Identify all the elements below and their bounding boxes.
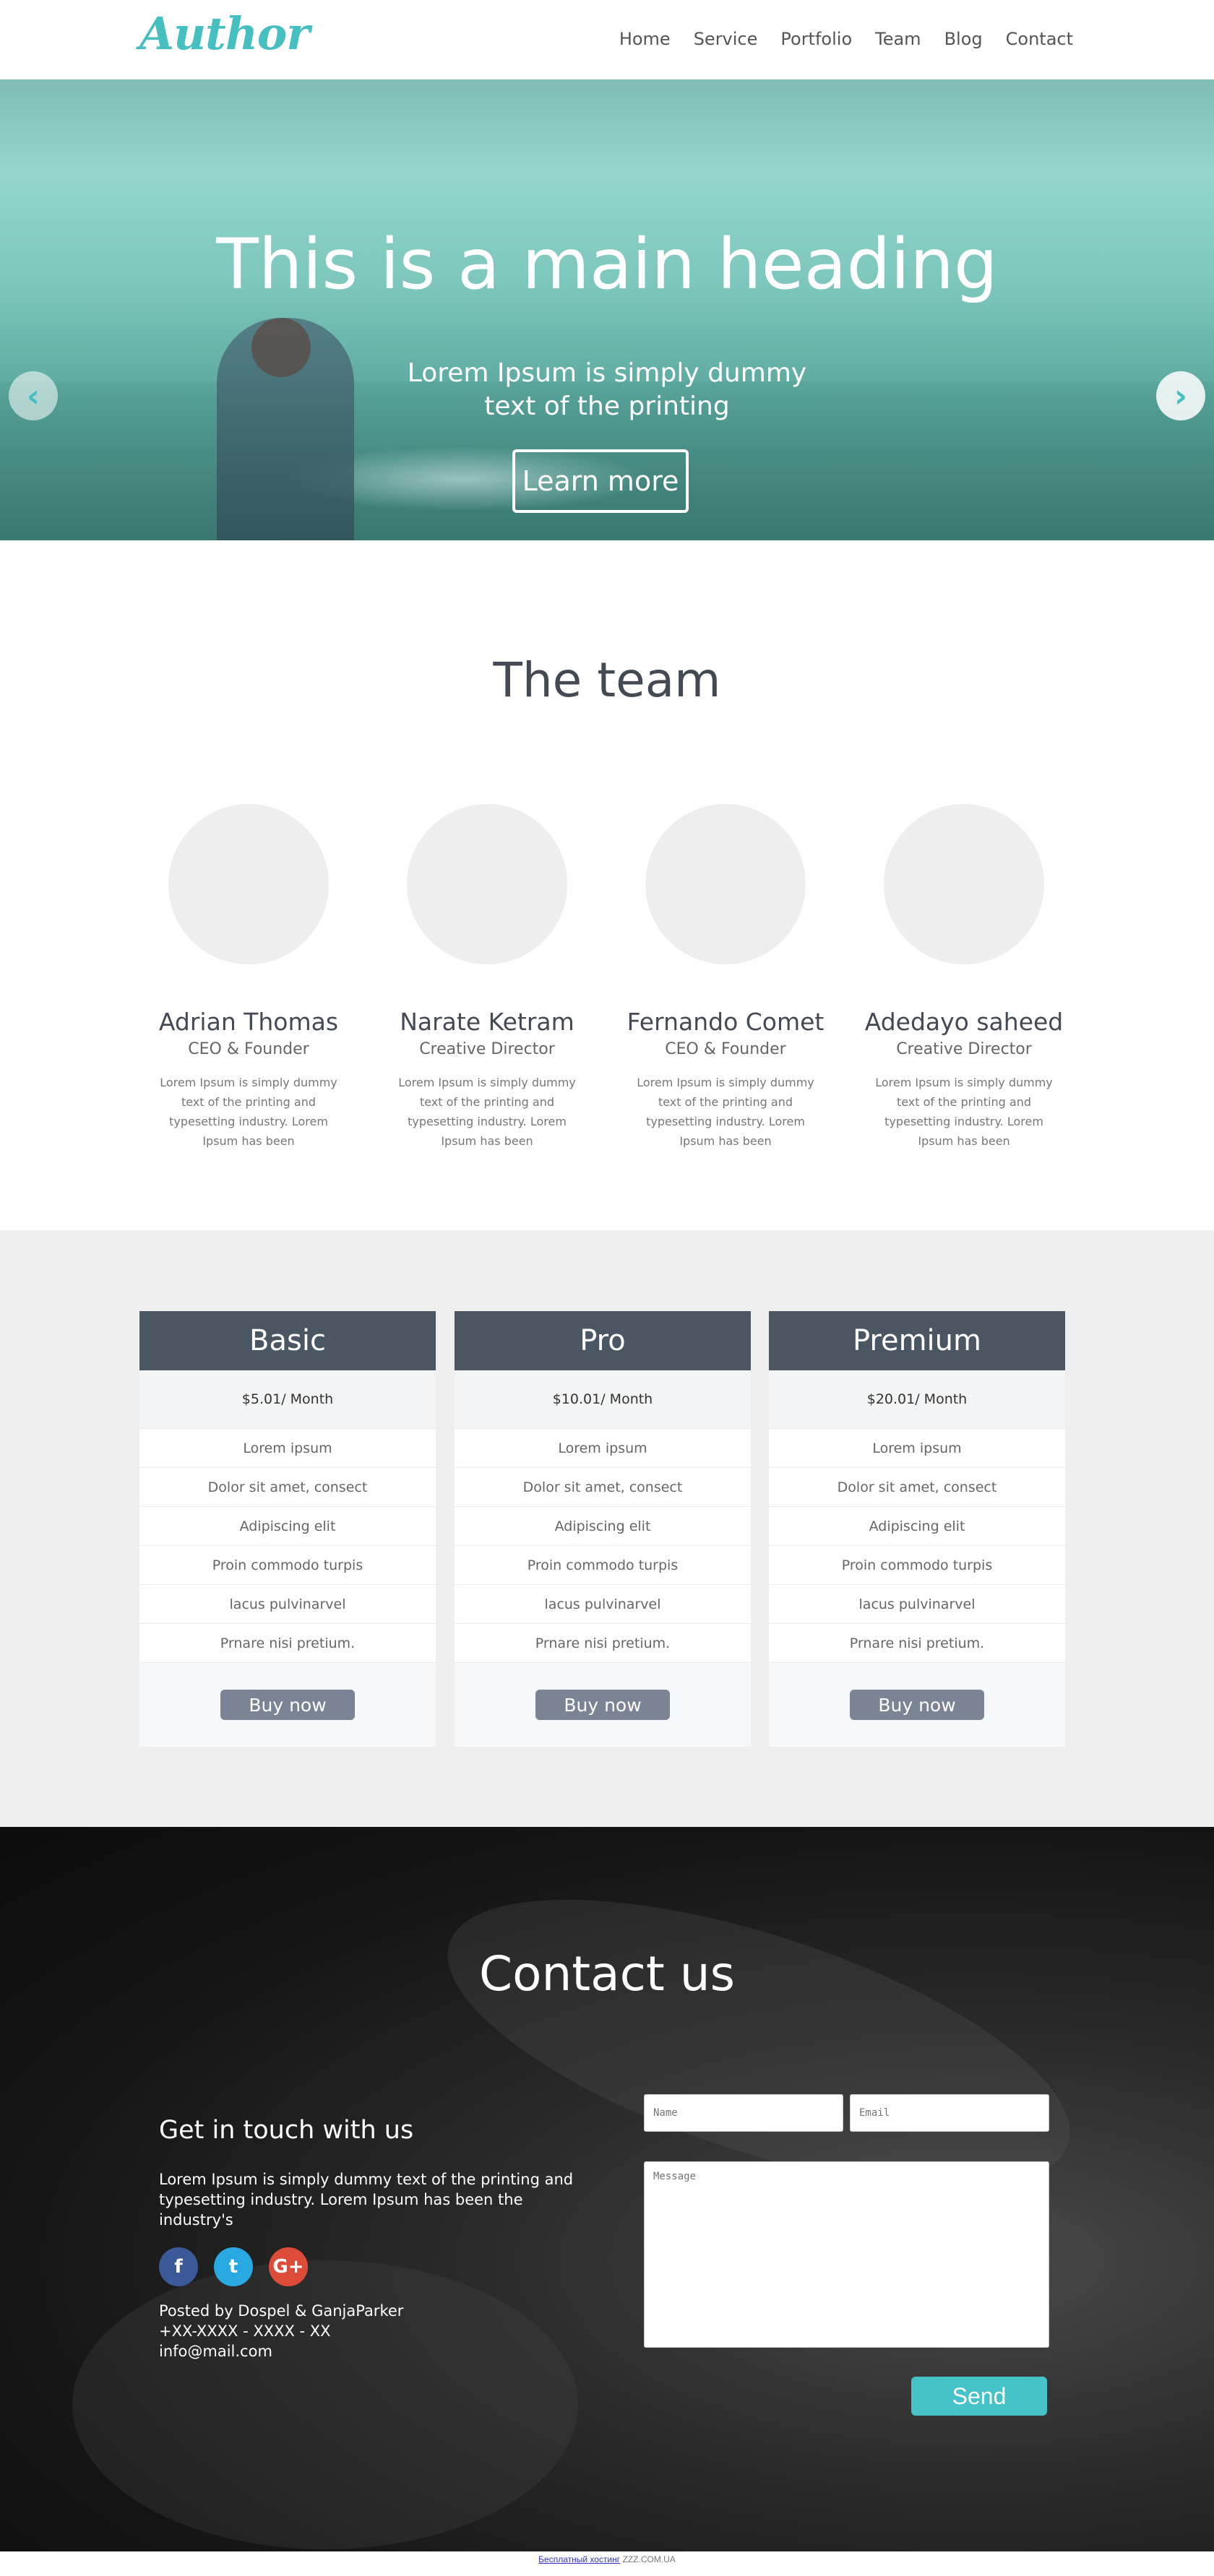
hero-heading: This is a main heading <box>216 224 998 305</box>
plan-feature: Prnare nisi pretium. <box>139 1623 436 1662</box>
nav-service[interactable]: Service <box>694 29 758 49</box>
plan-title: Pro <box>455 1311 751 1370</box>
plan-footer: Buy now <box>139 1662 436 1747</box>
buy-now-button[interactable]: Buy now <box>850 1690 984 1720</box>
member-name: Narate Ketram <box>400 1008 574 1036</box>
member-description: Lorem Ipsum is simply dummy text of the … <box>875 1076 1053 1148</box>
plan-feature: Lorem ipsum <box>139 1428 436 1467</box>
plan-price: $20.01/ Month <box>769 1370 1065 1428</box>
plan-title: Basic <box>139 1311 436 1370</box>
logo[interactable]: Author <box>139 7 310 60</box>
member-description: Lorem Ipsum is simply dummy text of the … <box>398 1076 576 1148</box>
member-name: Adrian Thomas <box>158 1008 339 1036</box>
nav-portfolio[interactable]: Portfolio <box>780 29 852 49</box>
plan-feature: Proin commodo turpis <box>769 1545 1065 1584</box>
chevron-left-icon[interactable]: ‹ <box>9 371 58 420</box>
social-links: f t G+ <box>159 2247 593 2286</box>
name-field[interactable] <box>644 2094 843 2132</box>
member-description: Lorem Ipsum is simply dummy text of the … <box>160 1076 337 1148</box>
plan-feature: Lorem ipsum <box>455 1428 751 1467</box>
team-title: The team <box>493 652 721 708</box>
email-field[interactable] <box>850 2094 1049 2132</box>
contact-section: Contact us Get in touch with us Lorem Ip… <box>0 1827 1214 2551</box>
phone-number: +XX-XXXX - XXXX - XX <box>159 2322 331 2340</box>
plan-feature: Proin commodo turpis <box>455 1545 751 1584</box>
page: Author Home Service Portfolio Team Blog … <box>0 0 1214 2576</box>
send-button[interactable]: Send <box>911 2377 1047 2416</box>
plan-price: $10.01/ Month <box>455 1370 751 1428</box>
plan-price: $5.01/ Month <box>139 1370 436 1428</box>
hero-slider: This is a main heading Lorem Ipsum is si… <box>0 79 1214 540</box>
facebook-icon[interactable]: f <box>159 2247 198 2286</box>
contact-details: Posted by Dospel & GanjaParker +XX-XXXX … <box>159 2301 593 2361</box>
twitter-icon[interactable]: t <box>214 2247 253 2286</box>
pricing-plan-pro: Pro $10.01/ Month Lorem ipsum Dolor sit … <box>455 1311 751 1747</box>
message-field[interactable] <box>644 2161 1049 2348</box>
team-member: Fernando Comet CEO & Founder Lorem Ipsum… <box>624 804 827 1151</box>
pricing-section: Basic $5.01/ Month Lorem ipsum Dolor sit… <box>0 1230 1214 1827</box>
contact-subtitle: Get in touch with us <box>159 2116 414 2145</box>
plan-feature: Adipiscing elit <box>455 1506 751 1545</box>
plan-feature: Dolor sit amet, consect <box>769 1467 1065 1506</box>
plan-feature: Prnare nisi pretium. <box>455 1623 751 1662</box>
member-description: Lorem Ipsum is simply dummy text of the … <box>637 1076 814 1148</box>
team-member: Adrian Thomas CEO & Founder Lorem Ipsum … <box>147 804 350 1151</box>
posted-by: Posted by Dospel & GanjaParker <box>159 2302 404 2320</box>
team-section: The team Adrian Thomas CEO & Founder Lor… <box>0 540 1214 1230</box>
hero-subtext: Lorem Ipsum is simply dummy text of the … <box>407 358 807 421</box>
avatar <box>645 804 806 964</box>
chevron-right-icon[interactable]: › <box>1156 371 1205 420</box>
nav-home[interactable]: Home <box>619 29 671 49</box>
contact-text: Lorem Ipsum is simply dummy text of the … <box>159 2171 574 2229</box>
page-footer: Бесплатный хостинг ZZZ.COM.UA <box>0 2551 1214 2576</box>
member-role: Creative Director <box>896 1040 1032 1058</box>
hosting-link[interactable]: Бесплатный хостинг <box>538 2554 620 2564</box>
buy-now-button[interactable]: Buy now <box>535 1690 670 1720</box>
avatar <box>168 804 329 964</box>
member-role: CEO & Founder <box>188 1040 309 1058</box>
plan-feature: Dolor sit amet, consect <box>455 1467 751 1506</box>
google-plus-icon[interactable]: G+ <box>269 2247 308 2286</box>
email-address: info@mail.com <box>159 2343 272 2360</box>
plan-feature: Dolor sit amet, consect <box>139 1467 436 1506</box>
learn-more-button[interactable]: Learn more <box>512 449 689 513</box>
member-name: Fernando Comet <box>627 1008 825 1036</box>
hero-figure-head <box>251 318 311 377</box>
team-member: Narate Ketram Creative Director Lorem Ip… <box>386 804 588 1151</box>
contact-info: Get in touch with us Lorem Ipsum is simp… <box>159 2116 593 2361</box>
plan-title: Premium <box>769 1311 1065 1370</box>
plan-feature: Proin commodo turpis <box>139 1545 436 1584</box>
nav-contact[interactable]: Contact <box>1006 29 1073 49</box>
main-nav: Home Service Portfolio Team Blog Contact <box>619 29 1073 49</box>
contact-title: Contact us <box>479 1946 735 2002</box>
nav-team[interactable]: Team <box>875 29 921 49</box>
plan-feature: Adipiscing elit <box>769 1506 1065 1545</box>
plan-feature: Lorem ipsum <box>769 1428 1065 1467</box>
avatar <box>884 804 1044 964</box>
member-name: Adedayo saheed <box>864 1008 1064 1036</box>
plan-footer: Buy now <box>769 1662 1065 1747</box>
team-member: Adedayo saheed Creative Director Lorem I… <box>863 804 1065 1151</box>
buy-now-button[interactable]: Buy now <box>220 1690 355 1720</box>
plan-feature: Prnare nisi pretium. <box>769 1623 1065 1662</box>
footer-text: ZZZ.COM.UA <box>620 2554 676 2564</box>
plan-feature: Adipiscing elit <box>139 1506 436 1545</box>
pricing-plan-basic: Basic $5.01/ Month Lorem ipsum Dolor sit… <box>139 1311 436 1747</box>
pricing-plan-premium: Premium $20.01/ Month Lorem ipsum Dolor … <box>769 1311 1065 1747</box>
plan-feature: lacus pulvinarvel <box>455 1584 751 1623</box>
member-role: CEO & Founder <box>665 1040 786 1058</box>
avatar <box>407 804 567 964</box>
plan-feature: lacus pulvinarvel <box>139 1584 436 1623</box>
plan-footer: Buy now <box>455 1662 751 1747</box>
site-header: Author Home Service Portfolio Team Blog … <box>0 0 1214 79</box>
nav-blog[interactable]: Blog <box>944 29 983 49</box>
member-role: Creative Director <box>419 1040 555 1058</box>
plan-feature: lacus pulvinarvel <box>769 1584 1065 1623</box>
